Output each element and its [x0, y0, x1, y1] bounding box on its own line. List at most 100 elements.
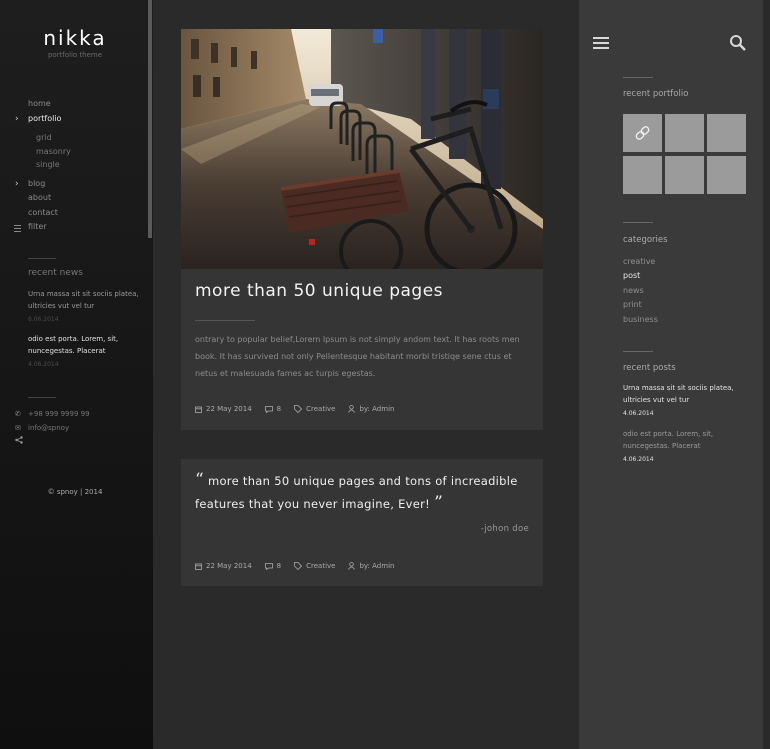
comment-icon	[264, 562, 273, 570]
tag-icon	[294, 405, 303, 413]
tag-icon	[294, 562, 303, 570]
comment-icon	[264, 405, 273, 413]
category-news[interactable]: news	[623, 286, 644, 295]
portfolio-thumb[interactable]	[665, 156, 704, 194]
copyright: © spnoy | 2014	[47, 488, 103, 496]
divider	[28, 397, 56, 398]
calendar-icon	[195, 563, 202, 570]
post-title[interactable]: more than 50 unique pages	[195, 281, 443, 301]
open-quote-icon: “	[195, 470, 204, 490]
post-author[interactable]: by: Admin	[348, 562, 394, 570]
nav-item-label: filter	[28, 222, 47, 231]
post-date: 22 May 2014	[195, 562, 252, 570]
divider	[623, 77, 653, 78]
post-date: 22 May 2014	[195, 405, 252, 413]
divider	[623, 222, 653, 223]
post-card: more than 50 unique pages ontrary to pop…	[181, 29, 543, 430]
category-text: Creative	[306, 562, 336, 570]
menu-icon	[593, 37, 609, 39]
recent-posts-heading: recent posts	[623, 363, 676, 373]
nav-item-about[interactable]: about	[28, 191, 71, 206]
email-text: info@spnoy	[28, 424, 70, 432]
post-author[interactable]: by: Admin	[348, 405, 394, 413]
post-comments[interactable]: 8	[264, 405, 282, 413]
nav-subitem-single[interactable]: single	[28, 158, 71, 172]
post-date-text: 22 May 2014	[206, 405, 252, 413]
post-quote[interactable]: “ more than 50 unique pages and tons of …	[195, 469, 525, 515]
category-text: Creative	[306, 405, 336, 413]
nav-item-portfolio[interactable]: › portfolio	[15, 112, 71, 127]
portfolio-thumb[interactable]	[623, 156, 662, 194]
search-button[interactable]	[729, 34, 747, 56]
menu-icon	[593, 42, 609, 44]
phone-text: +98 999 9999 99	[28, 410, 90, 418]
share-icon	[15, 436, 23, 444]
news-date: 4.06.2014	[28, 361, 59, 368]
nav-item-home[interactable]: home	[28, 97, 71, 112]
comment-count: 8	[276, 562, 282, 570]
close-quote-icon: ”	[434, 493, 444, 513]
contact-email[interactable]: ✉ info@spnoy	[15, 423, 69, 433]
post-category[interactable]: Creative	[294, 405, 335, 413]
quote-author: -johon doe	[480, 524, 529, 534]
site-tagline: portfolio theme	[47, 51, 103, 59]
right-sidebar: recent portfolio categories creative pos…	[579, 0, 763, 749]
user-icon	[348, 562, 356, 570]
site-logo[interactable]: nikka	[0, 26, 150, 50]
recent-news-heading: recent news	[28, 268, 83, 278]
recent-post-link[interactable]: Urna massa sit sit sociis platea, ultric…	[623, 383, 743, 406]
nav-item-blog[interactable]: › blog	[15, 177, 71, 192]
divider	[28, 258, 56, 259]
left-sidebar: nikka portfolio theme home › portfolio g…	[0, 0, 153, 749]
post-comments[interactable]: 8	[264, 562, 282, 570]
category-business[interactable]: business	[623, 315, 658, 324]
recent-portfolio-heading: recent portfolio	[623, 89, 689, 99]
post-excerpt: ontrary to popular belief,Lorem Ipsum is…	[195, 335, 520, 378]
menu-icon	[593, 47, 609, 49]
author-text: by: Admin	[359, 562, 395, 570]
post-meta: 22 May 2014 8 Creative by: Admin	[195, 562, 407, 570]
filter-icon	[14, 225, 21, 232]
portfolio-thumb[interactable]	[707, 156, 746, 194]
page-edge	[763, 0, 770, 749]
search-icon	[730, 35, 746, 51]
contact-phone[interactable]: ✆ +98 999 9999 99	[15, 409, 90, 419]
category-post[interactable]: post	[623, 271, 640, 280]
post-featured-image[interactable]	[181, 29, 543, 269]
mail-icon: ✉	[15, 424, 21, 432]
nav-subitem-masonry[interactable]: masonry	[28, 145, 71, 159]
divider	[195, 320, 255, 321]
news-link[interactable]: odio est porta. Lorem, sit, nuncegestas.…	[28, 334, 146, 357]
calendar-icon	[195, 406, 202, 413]
news-link[interactable]: Urna massa sit sit sociis platea, ultric…	[28, 289, 146, 312]
quote-card: “ more than 50 unique pages and tons of …	[181, 459, 543, 586]
nav-item-contact[interactable]: contact	[28, 206, 71, 221]
divider	[623, 351, 653, 352]
recent-post-date: 4.06.2014	[623, 410, 654, 417]
main-nav: home › portfolio grid masonry single › b…	[14, 97, 71, 235]
news-date: 6.06.2014	[28, 316, 59, 323]
quote-text: more than 50 unique pages and tons of in…	[195, 474, 518, 511]
portfolio-thumb[interactable]	[707, 114, 746, 152]
main-content: more than 50 unique pages ontrary to pop…	[153, 0, 579, 749]
nav-subitem-grid[interactable]: grid	[28, 131, 71, 145]
author-text: by: Admin	[359, 405, 395, 413]
share-button[interactable]	[15, 436, 23, 446]
recent-post-link[interactable]: odio est porta. Lorem, sit, nuncegestas.…	[623, 429, 743, 452]
post-date-text: 22 May 2014	[206, 562, 252, 570]
chevron-right-icon: ›	[15, 113, 19, 124]
nav-item-filter[interactable]: filter	[14, 220, 71, 235]
post-meta: 22 May 2014 8 Creative by: Admin	[195, 405, 407, 413]
street-photo	[181, 29, 543, 269]
chevron-right-icon: ›	[15, 178, 19, 189]
menu-button[interactable]	[593, 37, 609, 49]
category-creative[interactable]: creative	[623, 257, 655, 266]
category-print[interactable]: print	[623, 300, 642, 309]
user-icon	[348, 405, 356, 413]
comment-count: 8	[276, 405, 282, 413]
portfolio-thumb[interactable]	[623, 114, 662, 152]
post-category[interactable]: Creative	[294, 562, 335, 570]
portfolio-thumb[interactable]	[665, 114, 704, 152]
link-icon	[635, 126, 650, 140]
nav-item-label: blog	[28, 178, 46, 188]
